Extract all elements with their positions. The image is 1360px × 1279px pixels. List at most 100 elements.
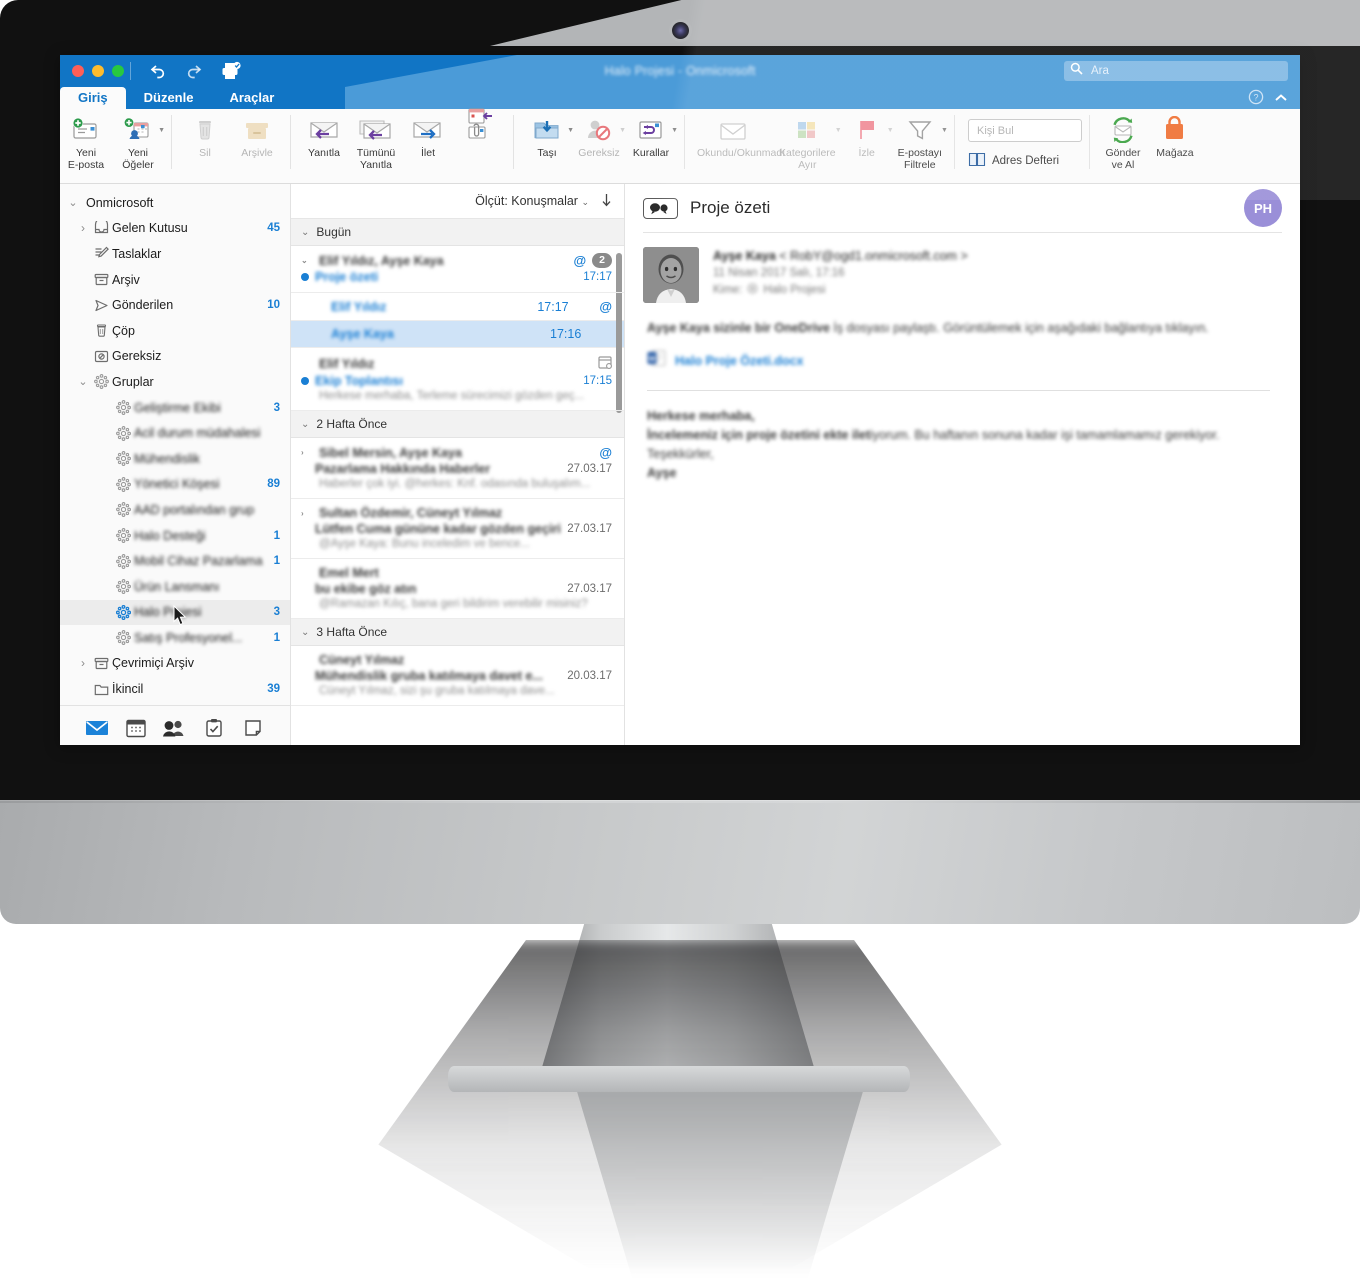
new-email-button[interactable]: Yeni E-posta [60, 113, 112, 171]
message-group-header[interactable]: ⌄ 2 Hafta Önce [291, 411, 624, 438]
chevron-down-icon[interactable]: ⌄ [581, 197, 589, 207]
chevron-right-icon[interactable]: › [301, 509, 313, 518]
chevron-down-icon[interactable]: ⌄ [301, 419, 309, 430]
find-contact-box[interactable] [967, 119, 1082, 142]
sidebar-item-gelen-kutusu[interactable]: › Gelen Kutusu 45 [60, 216, 290, 242]
chevron-down-icon[interactable]: ⌄ [66, 196, 80, 209]
conversation-child-row[interactable]: Elif Yıldız 17:17 @ [291, 293, 624, 321]
tab-duzenle[interactable]: Düzenle [126, 87, 212, 109]
sidebar-item-evrimi-i-ar-iv[interactable]: › Çevrimiçi Arşiv [60, 651, 290, 677]
sidebar-item-label: AAD portalından grup [134, 502, 255, 517]
chevron-down-icon[interactable]: ⌄ [301, 256, 313, 265]
chevron-right-icon[interactable]: › [301, 448, 313, 457]
conversation-row[interactable]: Emel Mert bu ekibe göz atın 27.03.17 @Ramaz… [291, 559, 624, 619]
outlook-window: Halo Projesi - Onmicrosoft Ara Giriş Düz… [60, 55, 1300, 745]
help-circle-icon[interactable]: ? [1248, 89, 1264, 110]
ribbon-group-move: Taşı ▼ Gereksiz ▼ Kurallar ▼ [521, 113, 678, 177]
notes-nav-icon[interactable] [240, 717, 266, 739]
find-contact-input[interactable] [974, 123, 1069, 138]
sidebar-item-r-n-lansman[interactable]: Ürün Lansmanı [60, 574, 290, 600]
message-group-label: Bugün [316, 225, 352, 239]
sidebar-item-ar-iv[interactable]: Arşiv [60, 267, 290, 293]
chevron-down-icon[interactable]: ▼ [158, 127, 165, 134]
conversation-row[interactable]: Elif Yıldız Ekip Toplantısı 17:15 Herkese m… [291, 348, 624, 411]
message-group-header[interactable]: ⌄ 3 Hafta Önce [291, 619, 624, 646]
close-button[interactable] [72, 65, 84, 77]
people-nav-icon[interactable] [162, 717, 188, 739]
sidebar-item-g-nderilen[interactable]: Gönderilen 10 [60, 292, 290, 318]
conversation-row[interactable]: ⌄ Elif Yıldız, Ayşe Kaya @2 Proje özeti 17:1… [291, 246, 624, 293]
calendar-nav-icon[interactable] [123, 717, 149, 739]
move-button[interactable]: Taşı ▼ [521, 113, 574, 160]
sidebar-item-aad-portal-ndan-grup[interactable]: AAD portalından grup [60, 497, 290, 523]
meeting-attachment-button[interactable] [454, 108, 506, 145]
chevron-right-icon[interactable]: › [76, 656, 90, 670]
sender-name-line: Ayşe Kaya < RobY@ogd1.onmicrosoft.com > [713, 249, 968, 263]
chevron-down-icon[interactable]: ▼ [671, 127, 678, 134]
attachment-link[interactable]: W Halo Proje Özeti.docx [647, 349, 1270, 372]
sidebar-item-mobil-cihaz-pazarlama[interactable]: Mobil Cihaz Pazarlama 1 [60, 548, 290, 574]
mail-nav-icon[interactable] [84, 717, 110, 739]
print-icon[interactable] [220, 61, 242, 80]
redo-icon[interactable] [184, 62, 204, 80]
archive-button[interactable]: Arşivle [231, 113, 283, 160]
sidebar-item-label: Mühendislik [134, 451, 201, 466]
sidebar-item-gruplar[interactable]: ⌄ Gruplar [60, 369, 290, 395]
conversation-child-row[interactable]: Ayşe Kaya 17:16 [291, 321, 624, 348]
tab-giris[interactable]: Giriş [60, 87, 126, 109]
search-input[interactable] [1089, 64, 1253, 78]
address-book-button[interactable]: Adres Defteri [968, 151, 1059, 170]
sort-by-button[interactable]: Ölçüt: Konuşmalar ⌄ [475, 194, 589, 208]
rules-button[interactable]: Kurallar ▼ [625, 113, 678, 160]
sidebar-item-halo-deste-i[interactable]: Halo Desteği 1 [60, 523, 290, 549]
store-button[interactable]: Mağaza [1149, 113, 1201, 160]
arrow-down-icon[interactable] [601, 193, 612, 210]
traffic-lights[interactable] [72, 65, 124, 77]
sidebar-item-y-netici-k-esi[interactable]: Yönetici Köşesi 89 [60, 472, 290, 498]
new-items-button[interactable]: Yeni Öğeler ▼ [112, 113, 165, 171]
categorize-button[interactable]: Kategorilere Ayır ▼ [774, 113, 842, 171]
follow-up-button[interactable]: İzle ▼ [841, 113, 894, 160]
ribbon-toolbar: Yeni E-posta Yeni Öğeler ▼ Sil Arşivle Y… [60, 108, 1300, 184]
chevron-down-icon[interactable]: ▼ [941, 127, 948, 134]
envelope-icon [717, 115, 749, 145]
junk-button[interactable]: Gereksiz ▼ [573, 113, 626, 160]
message-list-body[interactable]: ⌄ Bugün ⌄ Elif Yıldız, Ayşe Kaya @2 Proje öze… [291, 219, 624, 745]
forward-button[interactable]: İlet [402, 113, 454, 160]
reply-button[interactable]: Yanıtla [298, 113, 350, 160]
send-receive-button[interactable]: Gönder ve Al [1097, 113, 1149, 171]
message-group-header[interactable]: ⌄ Bugün [291, 219, 624, 246]
tasks-nav-icon[interactable] [201, 717, 227, 739]
message-list-header: Ölçüt: Konuşmalar ⌄ [291, 184, 624, 219]
sidebar-item-gereksiz[interactable]: Gereksiz [60, 344, 290, 370]
reply-all-button[interactable]: Tümünü Yanıtla [350, 113, 402, 171]
sidebar-item-onmicrosoft[interactable]: ⌄ Onmicrosoft [60, 190, 290, 216]
group-avatar[interactable]: PH [1244, 189, 1282, 227]
filter-email-button[interactable]: E-postayı Filtrele ▼ [893, 113, 948, 171]
sidebar-item-taslaklar[interactable]: Taslaklar [60, 241, 290, 267]
chevron-right-icon[interactable]: › [76, 221, 90, 235]
delete-button[interactable]: Sil [179, 113, 231, 160]
minimize-button[interactable] [92, 65, 104, 77]
chevron-down-icon[interactable]: ⌄ [301, 227, 309, 238]
undo-icon[interactable] [148, 62, 168, 80]
group-icon-selected [112, 604, 134, 620]
sidebar-item-m-hendislik[interactable]: Mühendislik [60, 446, 290, 472]
sidebar-item-geli-tirme-ekibi[interactable]: Geliştirme Ekibi 3 [60, 395, 290, 421]
conversation-row[interactable]: Cüneyt Yılmaz Mühendislik gruba katılmaya… [291, 646, 624, 706]
chevron-down-icon[interactable]: ⌄ [301, 627, 309, 638]
search-box[interactable] [1064, 61, 1288, 81]
read-unread-button[interactable]: Okundu/Okunmadı [692, 113, 785, 160]
zoom-button[interactable] [112, 65, 124, 77]
sidebar-item-acil-durum-m-dahalesi[interactable]: Acil durum müdahalesi [60, 420, 290, 446]
chevron-down-icon[interactable]: ⌄ [76, 375, 90, 388]
conversation-row[interactable]: › Sultan Özdemir, Cüneyt Yılmaz Lütfen Cum… [291, 499, 624, 559]
conversation-row[interactable]: › Sibel Mersin, Ayşe Kaya @ Pazarlama Hakkı… [291, 438, 624, 499]
sidebar-item-i-kincil[interactable]: İkincil 39 [60, 676, 290, 702]
chevron-up-icon[interactable] [1274, 91, 1288, 109]
sidebar-item-p[interactable]: Çöp [60, 318, 290, 344]
sidebar-item-sat-profesyonel[interactable]: Satış Profesyonel... 1 [60, 625, 290, 651]
mention-icon: @ [599, 299, 612, 314]
sidebar-item-label: Mobil Cihaz Pazarlama [134, 554, 263, 569]
tab-araclar[interactable]: Araçlar [211, 87, 292, 109]
